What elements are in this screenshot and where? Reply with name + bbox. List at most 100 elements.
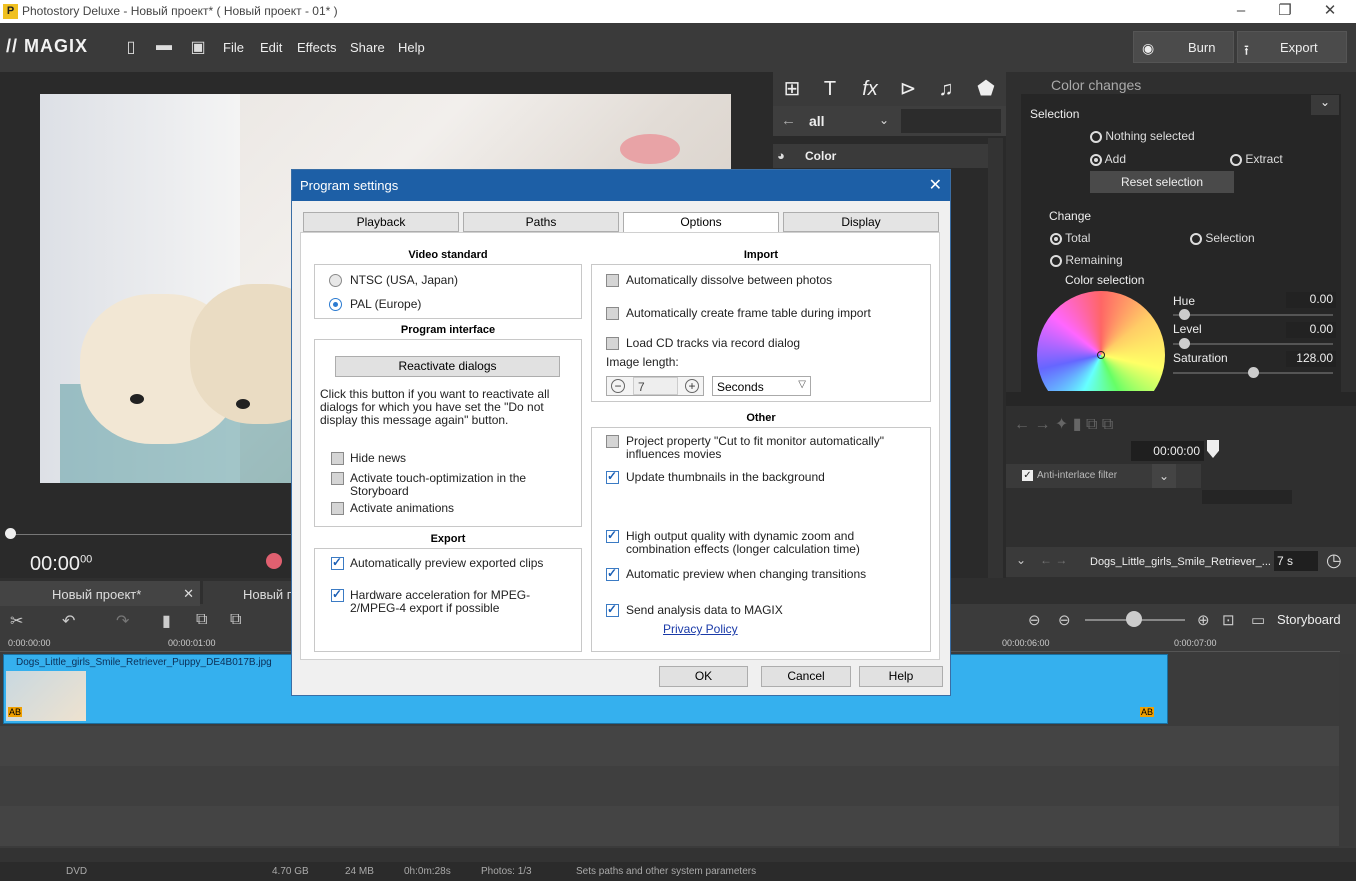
delete-icon[interactable]: ▮ [162,611,171,631]
text-icon[interactable]: T [817,76,843,102]
tag-icon[interactable]: ⬟ [973,76,999,102]
frame-table-checkbox[interactable] [606,307,619,320]
transition-icon[interactable]: ⊳ [895,76,921,102]
clock-icon[interactable]: ◷ [1326,550,1342,571]
radio-remaining[interactable]: Remaining [1050,253,1123,267]
storyboard-icon[interactable]: ▭ [1251,611,1265,629]
menu-file[interactable]: File [223,40,244,55]
hide-news-checkbox[interactable] [331,452,344,465]
help-button[interactable]: Help [859,666,943,687]
search-input[interactable] [901,109,1001,133]
reset-selection-button[interactable]: Reset selection [1090,171,1234,193]
hardware-acceleration-checkbox[interactable] [331,587,344,602]
zoom-in-icon[interactable]: ⊕ [1197,611,1210,629]
menu-share[interactable]: Share [350,40,385,55]
menu-effects[interactable]: Effects [297,40,337,55]
transition-ab-icon[interactable]: AB [8,707,23,717]
close-window-icon[interactable]: ✕ [1320,2,1340,20]
grid-icon[interactable]: ⊞ [779,76,805,102]
cut-to-fit-checkbox[interactable] [606,435,619,448]
cut-icon[interactable]: ✂ [10,611,23,631]
paste-icon[interactable]: ⧉ [230,611,241,629]
format-dropdown[interactable]: DVD [66,866,87,877]
zoom-out-icon[interactable]: ⊖ [1058,611,1071,629]
redo-icon[interactable]: ↷ [116,611,129,631]
auto-dissolve-checkbox[interactable] [606,274,619,287]
hue-value[interactable]: 0.00 [1286,292,1336,308]
touch-optimization-checkbox[interactable] [331,472,344,485]
cd-tracks-checkbox[interactable] [606,337,619,350]
tab-display[interactable]: Display [783,212,939,232]
tab-project-2[interactable]: Новый п [203,581,303,606]
transition-ab-icon[interactable]: AB [1140,707,1155,717]
minimize-icon[interactable]: – [1231,2,1251,20]
animations-checkbox[interactable] [331,502,344,515]
analysis-data-checkbox[interactable] [606,602,619,617]
image-length-stepper[interactable]: − 7 + [606,376,704,396]
program-settings-dialog: Program settings ✕ Playback Paths Option… [291,169,951,696]
copy-icon[interactable]: ⧉ [196,611,207,629]
storyboard-mode-label[interactable]: Storyboard [1277,612,1341,627]
menubar: // MAGIX ▯ ▬ ▣ File Edit Effects Share H… [0,23,1356,72]
radio-ntsc[interactable] [329,274,342,287]
radio-pal[interactable] [329,298,342,311]
other-group: Project property "Cut to fit monitor aut… [591,427,931,652]
auto-preview-exported-checkbox[interactable] [331,555,344,570]
radio-selection[interactable]: Selection [1190,231,1255,245]
ok-button[interactable]: OK [659,666,748,687]
level-value[interactable]: 0.00 [1286,322,1336,338]
plus-icon[interactable]: + [685,379,699,393]
export-button[interactable]: ⭱ Export [1237,31,1347,63]
export-group: Automatically preview exported clips Har… [314,548,582,652]
high-quality-checkbox[interactable] [606,528,619,543]
cancel-button[interactable]: Cancel [761,666,851,687]
tab-options[interactable]: Options [623,212,779,234]
timeline-hscrollbar[interactable] [0,848,1356,862]
fit-icon[interactable]: ⊡ [1222,611,1235,629]
reactivate-dialogs-button[interactable]: Reactivate dialogs [335,356,560,377]
radio-add[interactable]: Add [1090,152,1126,166]
back-arrow-icon[interactable]: ← [781,112,796,129]
menu-edit[interactable]: Edit [260,40,282,55]
media-scrollbar[interactable] [988,138,1003,578]
restore-icon[interactable]: ❐ [1275,2,1295,20]
level-slider[interactable] [1173,343,1333,345]
tab-project-1[interactable]: Новый проект* ✕ [0,581,200,606]
anti-interlace-row[interactable]: ✓ Anti-interlace filter ⌄ [1006,464,1201,488]
record-button[interactable] [266,553,282,569]
open-folder-icon[interactable]: ▬ [155,37,173,57]
category-row[interactable]: ◕ Color [773,144,988,168]
effects-icon[interactable]: fx [857,76,883,102]
timeline-vscrollbar[interactable] [1339,654,1354,846]
auto-preview-transitions-checkbox[interactable] [606,566,619,581]
radio-extract[interactable]: Extract [1230,152,1283,166]
saturation-value[interactable]: 128.00 [1286,351,1336,367]
new-file-icon[interactable]: ▯ [122,37,140,57]
radio-nothing-selected[interactable]: Nothing selected [1090,129,1195,143]
privacy-policy-link[interactable]: Privacy Policy [663,622,738,636]
panel-hscrollbar[interactable] [1006,392,1356,406]
duration-field[interactable]: 7 s [1274,551,1318,571]
hue-slider[interactable] [1173,314,1333,316]
radio-total[interactable]: Total [1050,231,1090,245]
menu-help[interactable]: Help [398,40,425,55]
tab-playback[interactable]: Playback [303,212,459,232]
minus-icon[interactable]: − [611,379,625,393]
zoom-fit-icon[interactable]: ⊖ [1028,611,1041,629]
chevron-down-icon[interactable]: ⌄ [879,113,889,127]
collapse-chevron-icon[interactable]: ⌄ [1311,95,1339,115]
playhead-marker[interactable] [1207,440,1219,458]
save-icon[interactable]: ▣ [189,37,207,57]
update-thumbnails-checkbox[interactable] [606,469,619,484]
burn-button[interactable]: ◉ Burn [1133,31,1234,63]
music-icon[interactable]: ♫ [933,76,959,102]
unit-dropdown[interactable]: Seconds ▽ [712,376,811,396]
tab-paths[interactable]: Paths [463,212,619,232]
close-tab-icon[interactable]: ✕ [183,586,194,602]
undo-icon[interactable]: ↶ [62,611,75,631]
color-wheel[interactable] [1037,291,1165,391]
double-chevron-icon[interactable]: ⌄ [1016,553,1026,567]
close-icon[interactable]: ✕ [929,175,942,195]
filter-dropdown[interactable]: all [809,113,825,129]
panel-timecode[interactable]: 00:00:00 [1131,441,1204,461]
